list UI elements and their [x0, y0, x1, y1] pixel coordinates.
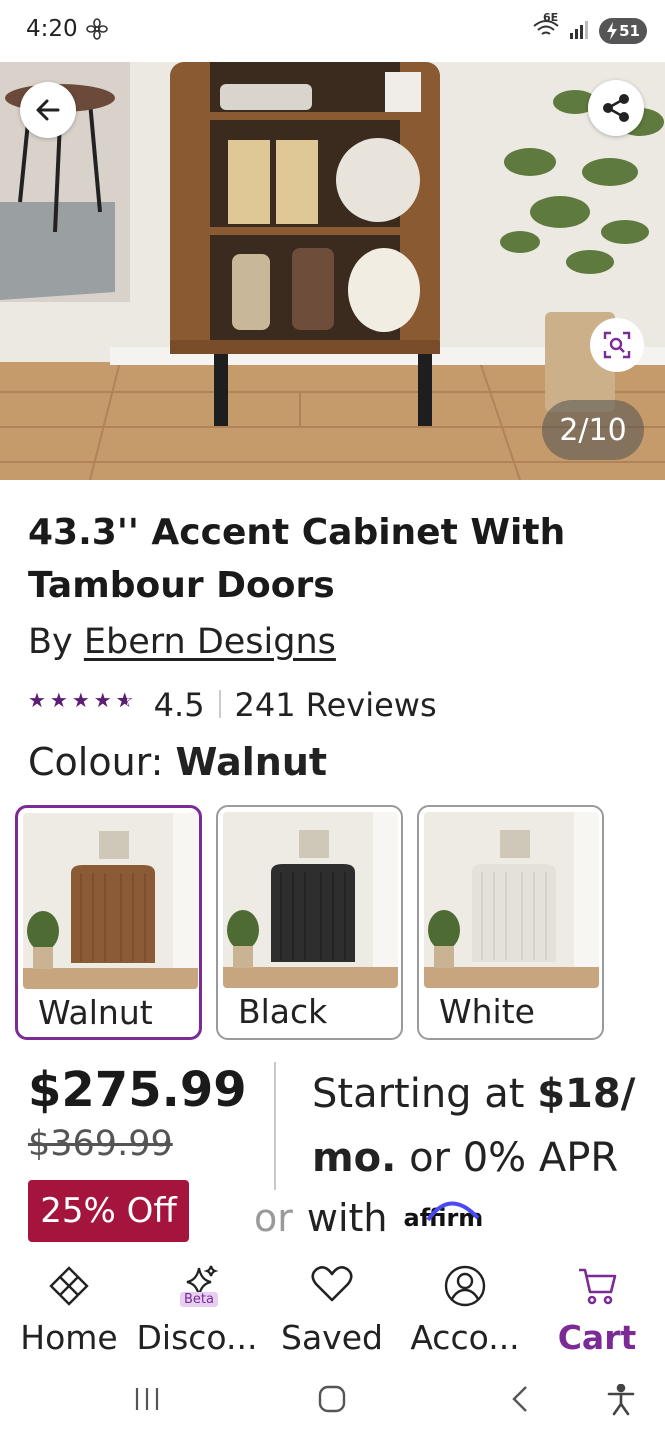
status-time: 4:20 [26, 16, 78, 42]
product-image-gallery[interactable]: 2/10 [0, 62, 665, 480]
nav-home[interactable]: Home [4, 1254, 134, 1366]
swatch-black[interactable]: Black [216, 805, 403, 1040]
visual-search-icon [603, 331, 631, 359]
current-price: $275.99 [28, 1062, 247, 1118]
home-system-icon[interactable] [317, 1384, 347, 1414]
discount-badge: 25% Off [28, 1180, 189, 1242]
swatch-white-image [424, 812, 599, 988]
visual-search-button[interactable] [590, 318, 644, 372]
rating-divider [218, 690, 221, 718]
signal-icon [569, 18, 591, 44]
financing-prefix: Starting at [312, 1071, 525, 1117]
financing-text[interactable]: Starting at $18/ mo. or 0% APR [312, 1062, 652, 1190]
affirm-row[interactable]: or with affirm [254, 1196, 483, 1240]
nav-account[interactable]: Acco... [400, 1254, 530, 1366]
nav-home-label: Home [20, 1318, 118, 1357]
heart-icon [311, 1266, 353, 1302]
fan-icon [86, 18, 108, 44]
brand-link[interactable]: Ebern Designs [84, 622, 336, 662]
original-price: $369.99 [28, 1124, 173, 1164]
battery-level: 51 [619, 22, 640, 40]
nav-cart[interactable]: Cart [532, 1254, 662, 1366]
rating-value: 4.5 [153, 686, 205, 718]
recent-apps-icon[interactable] [132, 1384, 162, 1414]
swatch-black-image [223, 812, 398, 988]
colour-label-text: Colour: [28, 740, 164, 784]
or-label: or [254, 1196, 293, 1240]
product-title: 43.3'' Accent Cabinet With Tambour Doors [28, 512, 566, 606]
swatch-label: Black [238, 992, 328, 1031]
beta-badge: Beta [180, 1292, 218, 1307]
arrow-left-icon [36, 99, 60, 121]
nav-cart-label: Cart [557, 1318, 637, 1357]
by-label: By [28, 622, 73, 662]
financing-suffix: or 0% APR [409, 1135, 619, 1181]
back-system-icon[interactable] [506, 1384, 536, 1414]
back-button[interactable] [20, 82, 76, 138]
account-icon [444, 1265, 486, 1307]
wifi-icon: 6E [531, 11, 561, 45]
share-button[interactable] [588, 80, 644, 136]
swatch-walnut[interactable]: Walnut [15, 805, 202, 1040]
swatch-label: White [439, 992, 535, 1031]
swatch-white[interactable]: White [417, 805, 604, 1040]
bottom-nav: Home Beta Disco... Saved Acco... Cart [0, 1254, 665, 1366]
nav-discover-label: Disco... [136, 1318, 258, 1357]
affirm-arc-icon [425, 1201, 479, 1222]
financing-amount: $18/ [537, 1071, 636, 1117]
rating-row[interactable]: ★★★★☆★ 4.5 241 Reviews [28, 686, 548, 718]
nav-account-label: Acco... [410, 1318, 520, 1357]
byline: By Ebern Designs [28, 622, 336, 662]
charging-icon [605, 22, 619, 44]
system-nav-bar [0, 1366, 665, 1440]
network-type: 6E [543, 11, 559, 24]
home-icon [49, 1266, 89, 1306]
accessibility-icon[interactable] [606, 1384, 636, 1416]
nav-discover[interactable]: Beta Disco... [132, 1254, 262, 1366]
star-rating-icon: ★★★★☆★ [28, 688, 138, 712]
cart-icon [579, 1268, 617, 1305]
swatch-walnut-image [23, 813, 198, 989]
with-label: with [306, 1196, 388, 1240]
colour-label: Colour: Walnut [28, 740, 327, 784]
price-divider [274, 1062, 276, 1190]
battery-indicator: 51 [599, 18, 647, 44]
reviews-link[interactable]: 241 Reviews [235, 686, 437, 718]
swatch-label: Walnut [38, 993, 153, 1032]
financing-mo: mo. [312, 1135, 397, 1181]
colour-value: Walnut [175, 740, 328, 784]
share-icon [603, 94, 629, 122]
nav-saved-label: Saved [281, 1318, 383, 1357]
image-counter: 2/10 [542, 400, 644, 460]
affirm-logo: affirm [404, 1201, 483, 1232]
status-bar: 4:20 6E 51 [0, 0, 665, 62]
nav-saved[interactable]: Saved [267, 1254, 397, 1366]
